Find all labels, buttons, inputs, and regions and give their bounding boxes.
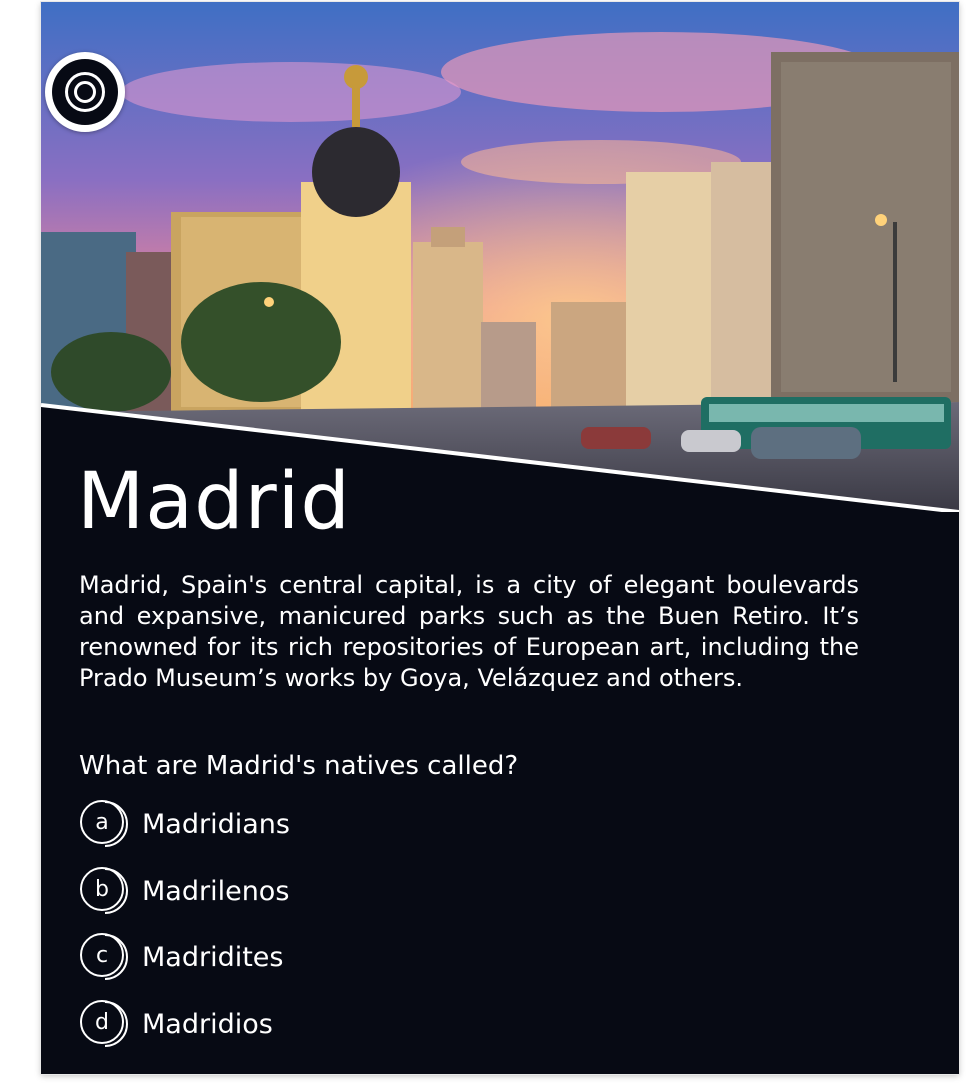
page-title: Madrid [77, 457, 351, 547]
option-label: Madridios [142, 1008, 273, 1040]
hero-image [41, 2, 959, 512]
badge-logo [45, 52, 125, 132]
option-letter-badge-c-icon: c [79, 932, 129, 982]
option-letter-badge-a-icon: a [79, 799, 129, 849]
concentric-circles-icon [52, 59, 118, 125]
option-c[interactable]: c Madridites [79, 932, 284, 982]
city-description: Madrid, Spain's central capital, is a ci… [79, 571, 859, 692]
option-letter-badge-d-icon: d [79, 999, 129, 1049]
option-letter: d [95, 1009, 109, 1035]
option-label: Madridians [142, 808, 290, 840]
option-label: Madrilenos [142, 875, 290, 907]
option-b[interactable]: b Madrilenos [79, 866, 289, 916]
quiz-card: Madrid Madrid, Spain's central capital, … [41, 2, 959, 1074]
option-letter: b [95, 876, 109, 902]
option-label: Madridites [142, 941, 284, 973]
quiz-question: What are Madrid's natives called? [79, 751, 519, 781]
option-a[interactable]: a Madridians [79, 799, 290, 849]
option-letter-badge-b-icon: b [79, 866, 129, 916]
option-letter: a [95, 809, 109, 835]
option-letter: c [95, 942, 109, 968]
option-d[interactable]: d Madridios [79, 999, 273, 1049]
